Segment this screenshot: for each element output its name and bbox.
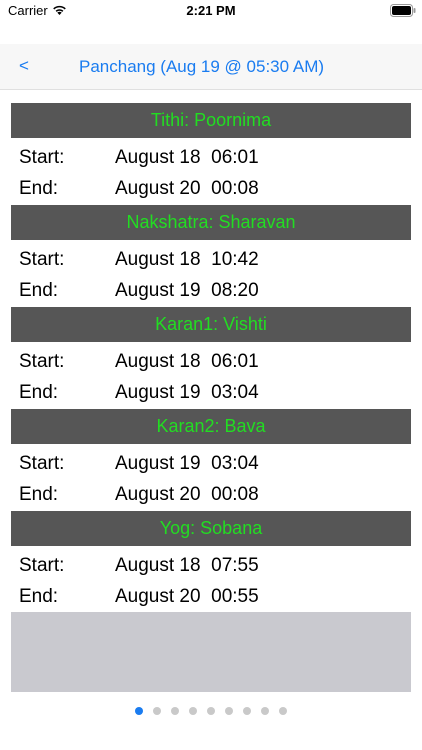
time-row-label: End:	[19, 484, 59, 505]
status-bar: Carrier 2:21 PM	[0, 0, 422, 24]
time-row-value: August 20 00:08	[115, 484, 259, 505]
panchang-list: Tithi: Poornima Start: August 18 06:01 End:…	[11, 103, 411, 613]
time-row-label: Start:	[19, 249, 65, 270]
time-row-value: August 19 03:04	[115, 453, 259, 474]
time-row: End: August 20 00:55	[11, 582, 411, 613]
navigation-bar: < Panchang (Aug 19 @ 05:30 AM)	[0, 44, 422, 90]
time-row-label: Start:	[19, 555, 65, 576]
section-header: Karan1: Vishti	[11, 307, 411, 342]
time-row-value: August 20 00:55	[115, 586, 259, 607]
time-row-value: August 19 03:04	[115, 382, 259, 403]
page-indicator[interactable]	[0, 707, 422, 717]
page-dot[interactable]	[243, 707, 251, 715]
battery-icon	[390, 4, 416, 17]
time-row-label: End:	[19, 280, 59, 301]
footer-panel	[11, 612, 411, 692]
time-row: End: August 19 08:20	[11, 276, 411, 307]
time-row-value: August 18 10:42	[115, 249, 259, 270]
time-row-value: August 18 07:55	[115, 555, 259, 576]
time-row-value: August 19 08:20	[115, 280, 259, 301]
time-row: End: August 20 00:08	[11, 480, 411, 511]
time-row-value: August 18 06:01	[115, 351, 259, 372]
section-header: Yog: Sobana	[11, 511, 411, 546]
time-row: End: August 20 00:08	[11, 174, 411, 205]
section-rows: Start: August 18 06:01 End: August 20 00:08	[11, 138, 411, 205]
section-header: Karan2: Bava	[11, 409, 411, 444]
time-row-label: End:	[19, 586, 59, 607]
page-dot[interactable]	[189, 707, 197, 715]
section-rows: Start: August 19 03:04 End: August 20 00:08	[11, 444, 411, 511]
time-row: Start: August 18 07:55	[11, 551, 411, 582]
time-row: Start: August 18 10:42	[11, 245, 411, 276]
time-row: Start: August 19 03:04	[11, 449, 411, 480]
page-dot[interactable]	[207, 707, 215, 715]
time-row-label: End:	[19, 382, 59, 403]
page-dot[interactable]	[153, 707, 161, 715]
section-rows: Start: August 18 07:55 End: August 20 00:55	[11, 546, 411, 613]
page-dot-active[interactable]	[135, 707, 143, 715]
page-dot[interactable]	[279, 707, 287, 715]
page-title: Panchang (Aug 19 @ 05:30 AM)	[79, 57, 325, 76]
clock: 2:21 PM	[186, 3, 236, 18]
back-button[interactable]: <	[19, 56, 29, 76]
section-header: Nakshatra: Sharavan	[11, 205, 411, 240]
section-rows: Start: August 18 10:42 End: August 19 08:20	[11, 240, 411, 307]
time-row: End: August 19 03:04	[11, 378, 411, 409]
page-dot[interactable]	[171, 707, 179, 715]
time-row-label: Start:	[19, 147, 65, 168]
section-header: Tithi: Poornima	[11, 103, 411, 138]
time-row-value: August 20 00:08	[115, 178, 259, 199]
page-dot[interactable]	[261, 707, 269, 715]
page-dot[interactable]	[225, 707, 233, 715]
time-row: Start: August 18 06:01	[11, 143, 411, 174]
time-row-label: Start:	[19, 453, 65, 474]
time-row-value: August 18 06:01	[115, 147, 259, 168]
section-rows: Start: August 18 06:01 End: August 19 03:04	[11, 342, 411, 409]
time-row-label: End:	[19, 178, 59, 199]
time-row-label: Start:	[19, 351, 65, 372]
time-row: Start: August 18 06:01	[11, 347, 411, 378]
